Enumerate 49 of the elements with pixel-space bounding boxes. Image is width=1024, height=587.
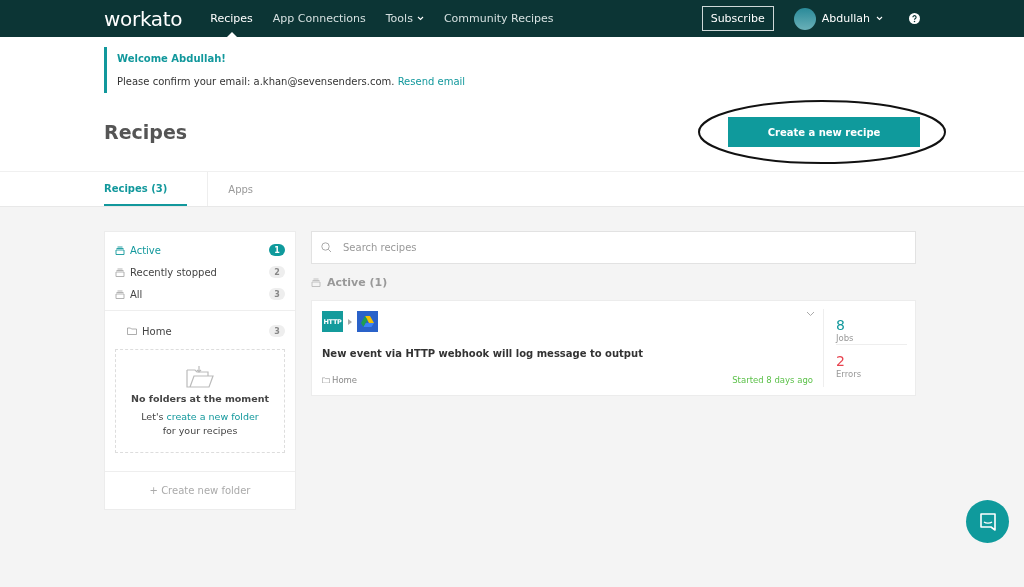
tab[interactable]: Recipes (3) [104, 172, 188, 206]
tray-icon [115, 245, 125, 255]
user-menu[interactable]: Abdullah [793, 7, 883, 30]
empty-message: for your recipes [162, 425, 238, 436]
filter-item[interactable]: All 3 [115, 286, 285, 302]
search-icon [321, 242, 332, 253]
avatar [793, 7, 816, 30]
errors-label: Errors [836, 368, 863, 379]
logo[interactable]: workato [104, 6, 183, 31]
folder-icon [127, 327, 137, 335]
banner-message: Please confirm your email: a.khan@sevensenders.com. Resend email [117, 76, 467, 87]
count-badge: 3 [269, 288, 285, 300]
filter-item[interactable]: Recently stopped 2 [115, 264, 285, 280]
chat-icon [977, 511, 998, 532]
caret-icon [876, 16, 883, 21]
chevron-down-icon[interactable] [806, 311, 815, 317]
create-folder-link[interactable]: create a new folder [166, 411, 259, 422]
jobs-label: Jobs [836, 333, 855, 343]
section-title: Active (1) [327, 276, 388, 289]
search-field[interactable]: Search recipes [311, 231, 916, 264]
tray-icon [115, 267, 125, 277]
jobs-count: 8 [836, 317, 846, 333]
banner-title: Welcome Abdullah! [117, 53, 227, 64]
subscribe-button[interactable]: Subscribe [701, 6, 774, 31]
empty-message: Let's create a new folder [141, 411, 259, 422]
recipe-title: New event via HTTP webhook will log message to output [322, 348, 644, 359]
errors-count: 2 [836, 352, 846, 369]
recipe-status: Started 8 days ago [732, 375, 813, 385]
help-icon[interactable] [909, 13, 920, 24]
tray-icon [115, 289, 125, 299]
count-badge: 1 [269, 244, 285, 256]
count-badge: 2 [269, 266, 285, 278]
nav-link[interactable]: Tools [375, 0, 434, 37]
recipe-folder: Home [322, 375, 358, 385]
drive-icon [357, 311, 378, 332]
nav-link[interactable]: Community Recipes [433, 0, 564, 37]
nav-link[interactable]: Recipes [200, 0, 263, 37]
filter-item[interactable]: Active 1 [115, 242, 285, 258]
resend-email-link[interactable]: Resend email [397, 76, 466, 87]
page-title: Recipes [104, 121, 188, 143]
nav-link[interactable]: App Connections [262, 0, 376, 37]
folder-download-icon [186, 366, 214, 388]
chat-button[interactable] [966, 500, 1009, 543]
arrow-icon [348, 318, 352, 325]
count-badge: 3 [269, 325, 285, 337]
tray-icon [311, 278, 321, 287]
folder-item[interactable]: Home 3 [115, 321, 285, 341]
empty-title: No folders at the moment [131, 393, 269, 404]
folder-icon [322, 376, 330, 384]
